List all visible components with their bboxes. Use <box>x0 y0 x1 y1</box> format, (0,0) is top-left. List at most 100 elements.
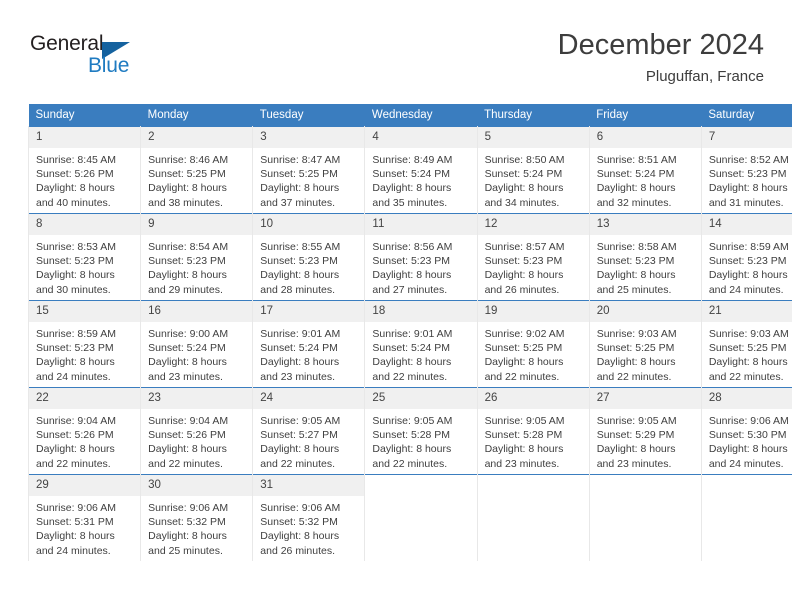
sunrise-text: Sunrise: 8:53 AM <box>36 241 116 253</box>
sunrise-text: Sunrise: 9:03 AM <box>708 328 789 340</box>
calendar-day-cell[interactable]: 13 Sunrise: 8:58 AM Sunset: 5:23 PM Dayl… <box>588 213 702 301</box>
calendar-day-cell-empty <box>364 474 478 561</box>
calendar-day-cell[interactable]: 25 Sunrise: 9:05 AM Sunset: 5:28 PM Dayl… <box>364 387 478 475</box>
sunset-text: Sunset: 5:23 PM <box>708 168 787 181</box>
daylight-text-line2: and 25 minutes. <box>596 283 672 296</box>
sunset-text: Sunset: 5:31 PM <box>36 516 114 529</box>
calendar-day-cell[interactable]: 1 Sunrise: 8:45 AM Sunset: 5:26 PM Dayli… <box>27 126 142 214</box>
general-blue-logo[interactable]: General Blue <box>28 32 178 88</box>
sunset-text: Sunset: 5:26 PM <box>36 168 114 181</box>
calendar-day-cell[interactable]: 30 Sunrise: 9:06 AM Sunset: 5:32 PM Dayl… <box>140 474 254 561</box>
daylight-text-line2: and 27 minutes. <box>372 283 448 296</box>
day-number: 7 <box>701 127 792 148</box>
calendar-day-cell-empty <box>700 474 792 561</box>
daylight-text-line2: and 28 minutes. <box>260 283 335 296</box>
day-number: 5 <box>477 127 589 148</box>
day-number: 3 <box>253 127 365 148</box>
calendar-day-cell[interactable]: 3 Sunrise: 8:47 AM Sunset: 5:25 PM Dayli… <box>252 126 366 214</box>
sunrise-text: Sunrise: 8:45 AM <box>36 154 116 166</box>
calendar-day-cell-empty <box>476 474 590 561</box>
calendar-day-cell[interactable]: 14 Sunrise: 8:59 AM Sunset: 5:23 PM Dayl… <box>700 213 792 301</box>
calendar-day-cell[interactable]: 5 Sunrise: 8:50 AM Sunset: 5:24 PM Dayli… <box>476 126 590 214</box>
sunset-text: Sunset: 5:26 PM <box>36 429 114 442</box>
calendar-day-cell[interactable]: 11 Sunrise: 8:56 AM Sunset: 5:23 PM Dayl… <box>364 213 478 301</box>
weekday-header-friday: Friday <box>589 104 702 127</box>
daylight-text-line1: Daylight: 8 hours <box>36 182 115 195</box>
calendar-day-cell[interactable]: 15 Sunrise: 8:59 AM Sunset: 5:23 PM Dayl… <box>27 300 142 388</box>
calendar-week-row: 8 Sunrise: 8:53 AM Sunset: 5:23 PM Dayli… <box>27 213 792 301</box>
daylight-text-line2: and 34 minutes. <box>484 196 560 209</box>
sunrise-text: Sunrise: 8:47 AM <box>260 154 341 166</box>
calendar-day-cell[interactable]: 7 Sunrise: 8:52 AM Sunset: 5:23 PM Dayli… <box>700 126 792 214</box>
sunset-text: Sunset: 5:23 PM <box>708 255 787 268</box>
sunrise-text: Sunrise: 8:55 AM <box>260 241 341 253</box>
daylight-text-line2: and 32 minutes. <box>596 196 672 209</box>
sunrise-text: Sunrise: 9:06 AM <box>148 502 229 514</box>
day-number: 24 <box>253 388 365 409</box>
sunset-text: Sunset: 5:32 PM <box>148 516 226 529</box>
sunrise-text: Sunrise: 8:49 AM <box>372 154 453 166</box>
daylight-text-line2: and 30 minutes. <box>36 283 111 296</box>
day-number: 26 <box>477 388 589 409</box>
calendar-day-cell[interactable]: 10 Sunrise: 8:55 AM Sunset: 5:23 PM Dayl… <box>252 213 366 301</box>
daylight-text-line2: and 26 minutes. <box>260 544 335 557</box>
day-number: 31 <box>253 475 365 496</box>
day-details: Sunrise: 8:50 AM Sunset: 5:24 PM Dayligh… <box>478 148 589 210</box>
day-number: 28 <box>701 388 792 409</box>
day-details: Sunrise: 8:51 AM Sunset: 5:24 PM Dayligh… <box>590 148 701 210</box>
calendar-day-cell[interactable]: 20 Sunrise: 9:03 AM Sunset: 5:25 PM Dayl… <box>588 300 702 388</box>
calendar-day-cell[interactable]: 4 Sunrise: 8:49 AM Sunset: 5:24 PM Dayli… <box>364 126 478 214</box>
day-details: Sunrise: 9:05 AM Sunset: 5:28 PM Dayligh… <box>365 409 476 471</box>
calendar-day-cell[interactable]: 22 Sunrise: 9:04 AM Sunset: 5:26 PM Dayl… <box>27 387 142 475</box>
calendar-day-cell[interactable]: 31 Sunrise: 9:06 AM Sunset: 5:32 PM Dayl… <box>252 474 366 561</box>
day-number: 18 <box>365 301 477 322</box>
calendar-day-cell[interactable]: 8 Sunrise: 8:53 AM Sunset: 5:23 PM Dayli… <box>27 213 142 301</box>
logo-text-blue: Blue <box>88 54 130 77</box>
sunrise-text: Sunrise: 8:51 AM <box>596 154 677 166</box>
daylight-text-line1: Daylight: 8 hours <box>260 443 340 456</box>
daylight-text-line1: Daylight: 8 hours <box>260 356 340 369</box>
calendar-day-cell[interactable]: 26 Sunrise: 9:05 AM Sunset: 5:28 PM Dayl… <box>476 387 590 475</box>
day-details: Sunrise: 8:54 AM Sunset: 5:23 PM Dayligh… <box>141 235 252 297</box>
calendar-day-cell[interactable]: 12 Sunrise: 8:57 AM Sunset: 5:23 PM Dayl… <box>476 213 590 301</box>
sunrise-text: Sunrise: 8:59 AM <box>708 241 789 253</box>
sunrise-text: Sunrise: 8:57 AM <box>484 241 565 253</box>
calendar-day-cell[interactable]: 16 Sunrise: 9:00 AM Sunset: 5:24 PM Dayl… <box>140 300 254 388</box>
daylight-text-line2: and 22 minutes. <box>484 370 560 383</box>
sunset-text: Sunset: 5:25 PM <box>260 168 338 181</box>
daylight-text-line1: Daylight: 8 hours <box>484 182 564 195</box>
calendar-day-cell[interactable]: 24 Sunrise: 9:05 AM Sunset: 5:27 PM Dayl… <box>252 387 366 475</box>
daylight-text-line1: Daylight: 8 hours <box>484 443 564 456</box>
calendar-day-cell[interactable]: 9 Sunrise: 8:54 AM Sunset: 5:23 PM Dayli… <box>140 213 254 301</box>
day-number: 4 <box>365 127 477 148</box>
day-number: 12 <box>477 214 589 235</box>
daylight-text-line1: Daylight: 8 hours <box>36 269 115 282</box>
calendar-day-cell[interactable]: 2 Sunrise: 8:46 AM Sunset: 5:25 PM Dayli… <box>140 126 254 214</box>
calendar-day-cell[interactable]: 18 Sunrise: 9:01 AM Sunset: 5:24 PM Dayl… <box>364 300 478 388</box>
daylight-text-line2: and 22 minutes. <box>148 457 223 470</box>
calendar-day-cell[interactable]: 17 Sunrise: 9:01 AM Sunset: 5:24 PM Dayl… <box>252 300 366 388</box>
sunrise-text: Sunrise: 9:02 AM <box>484 328 565 340</box>
calendar-day-cell[interactable]: 19 Sunrise: 9:02 AM Sunset: 5:25 PM Dayl… <box>476 300 590 388</box>
sunset-text: Sunset: 5:25 PM <box>596 342 675 355</box>
calendar-day-cell[interactable]: 27 Sunrise: 9:05 AM Sunset: 5:29 PM Dayl… <box>588 387 702 475</box>
daylight-text-line1: Daylight: 8 hours <box>484 269 564 282</box>
calendar-day-cell[interactable]: 6 Sunrise: 8:51 AM Sunset: 5:24 PM Dayli… <box>588 126 702 214</box>
daylight-text-line2: and 22 minutes. <box>708 370 784 383</box>
sunrise-text: Sunrise: 9:03 AM <box>596 328 677 340</box>
calendar-week-row: 22 Sunrise: 9:04 AM Sunset: 5:26 PM Dayl… <box>27 387 792 475</box>
calendar-day-cell[interactable]: 23 Sunrise: 9:04 AM Sunset: 5:26 PM Dayl… <box>140 387 254 475</box>
calendar-day-cell[interactable]: 29 Sunrise: 9:06 AM Sunset: 5:31 PM Dayl… <box>27 474 142 561</box>
calendar-day-cell[interactable]: 21 Sunrise: 9:03 AM Sunset: 5:25 PM Dayl… <box>700 300 792 388</box>
sunset-text: Sunset: 5:24 PM <box>260 342 338 355</box>
sunset-text: Sunset: 5:23 PM <box>148 255 226 268</box>
daylight-text-line1: Daylight: 8 hours <box>260 530 340 543</box>
day-number: 29 <box>29 475 141 496</box>
day-number: 22 <box>29 388 141 409</box>
daylight-text-line2: and 22 minutes. <box>260 457 335 470</box>
calendar-day-cell[interactable]: 28 Sunrise: 9:06 AM Sunset: 5:30 PM Dayl… <box>700 387 792 475</box>
day-details: Sunrise: 9:01 AM Sunset: 5:24 PM Dayligh… <box>365 322 476 384</box>
day-details: Sunrise: 8:45 AM Sunset: 5:26 PM Dayligh… <box>29 148 140 210</box>
day-number <box>365 475 477 483</box>
sunset-text: Sunset: 5:24 PM <box>596 168 675 181</box>
